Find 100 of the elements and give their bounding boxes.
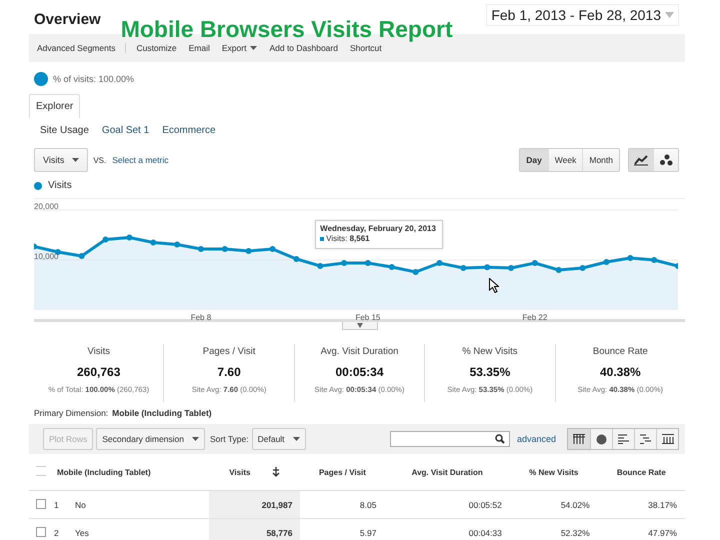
axis-label: Feb 22 <box>522 313 548 322</box>
column-header[interactable]: Visits <box>229 468 250 476</box>
column-header[interactable]: Avg. Visit Duration <box>412 468 483 476</box>
chart-handle[interactable] <box>342 322 378 330</box>
period-button[interactable]: Day <box>520 149 548 171</box>
toolbar-button[interactable]: Shortcut <box>344 43 388 53</box>
data-point <box>174 242 180 248</box>
data-point <box>603 259 610 265</box>
column-header[interactable]: Pages / Visit <box>318 468 366 476</box>
bubble-chart-icon <box>659 154 673 166</box>
metric-dropdown[interactable]: Visits <box>34 148 88 172</box>
bar-icon <box>618 434 630 444</box>
metric-name: Pages / Visit <box>202 346 256 357</box>
metric-value: 260,763 <box>77 365 120 379</box>
table-cell: 54.02% <box>510 490 598 518</box>
row-index: 1 <box>53 490 71 518</box>
tooltip-value: Visits: 8,561 <box>326 234 370 243</box>
data-point <box>412 269 419 275</box>
table-view-button[interactable] <box>568 429 590 449</box>
sort-type-dropdown[interactable]: Default <box>252 428 306 450</box>
row-index: 2 <box>53 518 71 540</box>
table-cell: 58,776 <box>209 518 300 540</box>
pivot-icon <box>662 434 674 444</box>
advanced-link[interactable]: advanced <box>516 434 556 444</box>
data-point <box>388 264 395 270</box>
metric-value: 00:05:34 <box>335 365 384 379</box>
subtab-link[interactable]: Site Usage <box>40 125 89 136</box>
segment-label: % of visits: 100.00% <box>53 74 134 84</box>
select-metric-link[interactable]: Select a metric <box>112 155 168 165</box>
toolbar-button[interactable]: Add to Dashboard <box>263 43 344 53</box>
data-point <box>508 265 514 271</box>
data-point <box>54 249 61 255</box>
table-cell: 38.17% <box>598 490 685 518</box>
data-point <box>436 260 442 266</box>
data-point <box>651 257 658 263</box>
metric-name: Bounce Rate <box>592 346 648 357</box>
pie-icon <box>34 72 48 86</box>
metric-value: 53.35% <box>470 365 510 379</box>
header-checkbox[interactable] <box>36 466 46 476</box>
data-point <box>222 246 228 252</box>
page-title: Overview <box>34 11 101 28</box>
bubble-chart-button[interactable] <box>653 149 678 171</box>
axis-label: Feb 8 <box>190 313 212 322</box>
table-cell: 00:04:33 <box>384 518 510 540</box>
secondary-dimension-dropdown[interactable]: Secondary dimension <box>96 428 206 450</box>
metric-name: Visits <box>87 346 110 357</box>
table-cell: 8.05 <box>300 490 384 518</box>
report-title: Mobile Browsers Visits Report <box>120 16 453 43</box>
data-point <box>293 256 300 262</box>
toolbar-button[interactable]: Export <box>216 43 264 53</box>
subtab-link[interactable]: Ecommerce <box>162 125 216 136</box>
date-range-picker[interactable]: Feb 1, 2013 - Feb 28, 2013 <box>486 4 679 26</box>
search-icon <box>494 434 505 444</box>
pie-icon <box>596 434 607 444</box>
axis-label: 20,000 <box>34 202 58 211</box>
data-point <box>556 267 562 273</box>
sort-type-label: Sort Type: <box>210 434 249 444</box>
period-button[interactable]: Month <box>582 149 619 171</box>
data-point <box>580 265 586 271</box>
table-cell: 00:05:52 <box>384 490 510 518</box>
search-field[interactable] <box>390 431 510 447</box>
data-point <box>270 246 276 252</box>
line-chart-button[interactable] <box>629 149 653 171</box>
line-chart-icon <box>634 154 648 166</box>
data-point <box>34 244 37 250</box>
axis-label: 10,000 <box>34 252 58 261</box>
metric-value: 40.38% <box>600 365 641 379</box>
vs-label: VS. <box>93 156 106 164</box>
data-point <box>675 263 678 269</box>
legend-label: Visits <box>48 180 72 191</box>
primary-dimension-label: Primary Dimension: <box>34 408 108 418</box>
data-point <box>78 253 85 259</box>
subtab-link[interactable]: Goal Set 1 <box>102 125 150 136</box>
column-header[interactable]: Mobile (Including Tablet) <box>53 454 210 490</box>
data-point <box>341 260 348 266</box>
tab[interactable]: Explorer <box>29 94 80 118</box>
caret-icon <box>292 437 300 441</box>
data-point <box>460 265 466 271</box>
grid-icon <box>573 434 585 444</box>
data-point <box>246 248 252 254</box>
data-point <box>198 246 204 252</box>
toolbar-button[interactable]: Email <box>182 43 216 53</box>
column-header[interactable]: Bounce Rate <box>616 468 666 476</box>
caret-icon <box>250 46 258 50</box>
metric-value: 7.60 <box>217 365 241 379</box>
data-point <box>150 240 156 246</box>
data-point <box>532 260 538 266</box>
legend-dot <box>34 182 42 190</box>
table-cell: 201,987 <box>209 490 300 518</box>
toolbar-button[interactable]: Advanced Segments <box>31 43 126 53</box>
period-button[interactable]: Week <box>548 149 582 171</box>
row-checkbox[interactable] <box>36 526 46 536</box>
table-cell: 47.97% <box>598 518 685 540</box>
toolbar-button[interactable]: Customize <box>130 43 183 53</box>
column-header[interactable]: % New Visits <box>529 468 578 476</box>
data-point <box>102 236 109 242</box>
tooltip-title: Wednesday, February 20, 2013 <box>320 224 436 233</box>
cursor-icon <box>489 278 500 294</box>
row-checkbox[interactable] <box>36 498 46 508</box>
table-cell: 5.97 <box>300 518 384 540</box>
